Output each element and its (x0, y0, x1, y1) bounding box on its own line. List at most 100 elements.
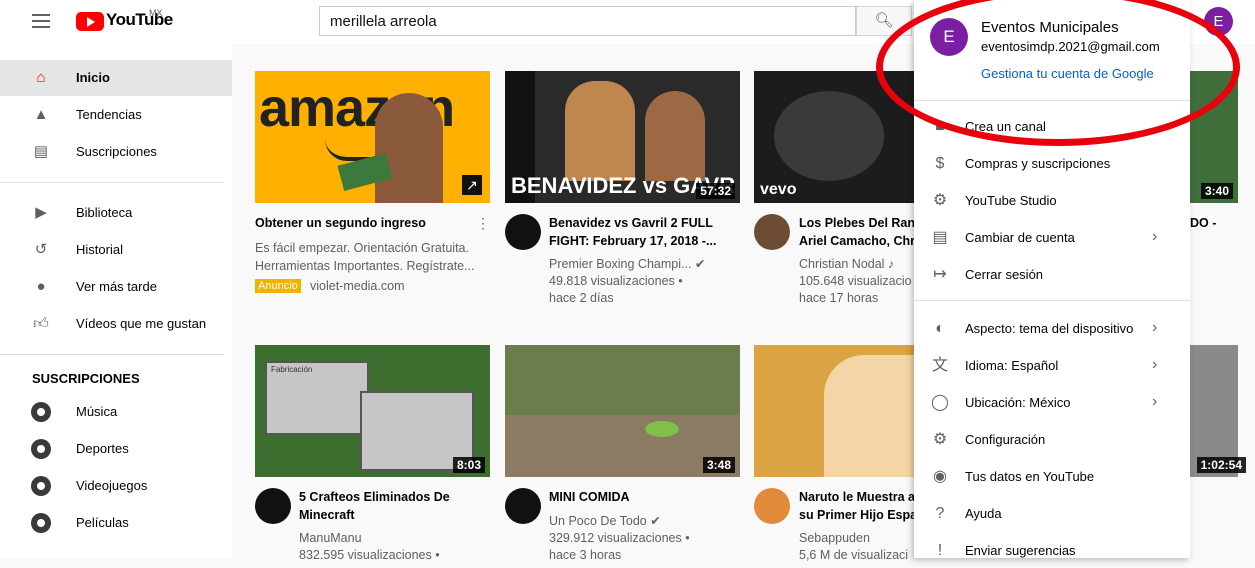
external-link-icon[interactable]: ↗ (462, 175, 482, 195)
chevron-right-icon: › (1152, 319, 1158, 336)
channel-avatar[interactable] (754, 488, 790, 524)
chevron-right-icon: › (1152, 393, 1158, 410)
video-title[interactable]: Ariel Camacho, Chri (799, 232, 918, 250)
account-menu: E Eventos Municipales eventosimdp.2021@g… (914, 0, 1190, 559)
view-count: 832.595 visualizaciones • (299, 548, 440, 562)
right-column-partial: 3:40 DO - 1:02:54 (1190, 44, 1255, 558)
studio-gear-icon: ⚙ (932, 192, 948, 209)
menu-item-label: Tus datos en YouTube (965, 469, 1095, 484)
region-label: MX (149, 8, 163, 18)
upload-date: hace 17 horas (799, 291, 879, 305)
menu-item-crea-un-canal[interactable]: ■ Crea un canal (914, 108, 1190, 144)
video-thumbnail[interactable]: 3:40 (1190, 71, 1238, 203)
menu-item-tus-datos[interactable]: ◉ Tus datos en YouTube (914, 458, 1190, 494)
subscriptions-heading: SUSCRIPCIONES (32, 371, 140, 386)
sidebar-item-ver-mas-tarde[interactable]: ● Ver más tarde (0, 269, 232, 305)
menu-item-label: YouTube Studio (965, 193, 1057, 208)
menu-item-label: Crea un canal (965, 119, 1046, 134)
flame-icon: ▲ (33, 106, 49, 123)
video-title[interactable]: Obtener un segundo ingreso (255, 214, 426, 232)
menu-item-ayuda[interactable]: ? Ayuda (914, 495, 1190, 531)
video-thumbnail[interactable]: Fabricación 8:03 (255, 345, 490, 477)
sidebar: ⌂ Inicio ▲ Tendencias ▤ Suscripciones ▶ … (0, 44, 232, 558)
video-title[interactable]: Benavidez vs Gavril 2 FULL (549, 214, 713, 232)
video-title[interactable]: su Primer Hijo Espa (799, 506, 917, 524)
theme-icon: ◐ (935, 320, 945, 337)
video-title[interactable]: 5 Crafteos Eliminados De (299, 488, 450, 506)
channel-name[interactable]: ManuManu (299, 530, 362, 547)
sidebar-item-label: Deportes (76, 441, 129, 456)
menu-divider (914, 100, 1190, 101)
language-icon: 文 (931, 357, 948, 374)
sidebar-item-musica[interactable]: Música (0, 394, 232, 430)
channel-name[interactable]: Premier Boxing Champi... ✔ (549, 256, 705, 273)
menu-item-ubicacion[interactable]: ◯ Ubicación: México › (914, 384, 1190, 420)
settings-icon: ⚙ (932, 431, 948, 448)
account-avatar[interactable]: E (1204, 7, 1233, 36)
more-options-icon[interactable]: ⋮ (476, 216, 490, 230)
menu-item-cerrar-sesion[interactable]: ↦ Cerrar sesión (914, 256, 1190, 292)
search-input[interactable]: merillela arreola (319, 6, 856, 36)
musica-channel-icon (31, 402, 51, 422)
peliculas-channel-icon (31, 513, 51, 533)
channel-avatar[interactable] (505, 214, 541, 250)
channel-name[interactable]: Sebappuden (799, 530, 870, 547)
channel-avatar[interactable] (255, 488, 291, 524)
sidebar-item-label: Historial (76, 242, 123, 257)
sidebar-item-videos-que-me-gustan[interactable]: 👍︎ Vídeos que me gustan (0, 306, 232, 342)
sidebar-item-label: Vídeos que me gustan (76, 316, 207, 331)
menu-item-label: Enviar sugerencias (965, 543, 1076, 558)
menu-item-configuracion[interactable]: ⚙ Configuración (914, 421, 1190, 457)
menu-item-cambiar-de-cuenta[interactable]: ▤ Cambiar de cuenta › (914, 219, 1190, 255)
video-title[interactable]: Naruto le Muestra a (799, 488, 915, 506)
sidebar-item-peliculas[interactable]: Películas (0, 505, 232, 541)
sidebar-item-biblioteca[interactable]: ▶ Biblioteca (0, 195, 232, 231)
menu-item-enviar-sugerencias[interactable]: ! Enviar sugerencias (914, 532, 1190, 568)
subscriptions-icon: ▤ (33, 143, 49, 160)
channel-avatar[interactable] (754, 214, 790, 250)
video-thumbnail[interactable] (754, 345, 914, 477)
create-channel-icon: ■ (935, 118, 945, 135)
view-count: 5,6 M de visualizaci (799, 548, 909, 562)
sidebar-item-videojuegos[interactable]: Videojuegos (0, 468, 232, 504)
account-menu-avatar: E (930, 18, 968, 56)
menu-item-idioma[interactable]: 文 Idioma: Español › (914, 347, 1190, 383)
menu-item-aspecto[interactable]: ◐ Aspecto: tema del dispositivo › (914, 310, 1190, 346)
video-title[interactable]: Minecraft (299, 506, 355, 524)
channel-name[interactable]: Christian Nodal ♪ (799, 256, 894, 273)
menu-item-label: Ubicación: México (965, 395, 1071, 410)
manage-account-link[interactable]: Gestiona tu cuenta de Google (981, 66, 1154, 81)
sidebar-item-suscripciones[interactable]: ▤ Suscripciones (0, 134, 232, 170)
sign-out-icon: ↦ (933, 266, 947, 283)
menu-item-youtube-studio[interactable]: ⚙ YouTube Studio (914, 182, 1190, 218)
sidebar-item-label: Inicio (76, 70, 110, 85)
channel-name[interactable]: Un Poco De Todo ✔ (549, 513, 661, 530)
sidebar-item-label: Biblioteca (76, 205, 133, 220)
sidebar-item-deportes[interactable]: Deportes (0, 431, 232, 467)
view-count: 329.912 visualizaciones • (549, 531, 690, 545)
sidebar-item-historial[interactable]: ↺ Historial (0, 232, 232, 268)
video-thumbnail[interactable]: BENAVIDEZ vs GAVR 57:32 (505, 71, 740, 203)
menu-item-compras[interactable]: $ Compras y suscripciones (914, 145, 1190, 181)
video-thumbnail[interactable]: amazon ↗ (255, 71, 490, 203)
video-thumbnail[interactable]: 3:48 (505, 345, 740, 477)
video-title[interactable]: DO - (1190, 216, 1216, 230)
videojuegos-channel-icon (31, 476, 51, 496)
upload-date: hace 3 horas (549, 548, 622, 562)
video-duration: 1:02:54 (1196, 457, 1246, 473)
video-title[interactable]: Los Plebes Del Ranc (799, 214, 922, 232)
sidebar-item-tendencias[interactable]: ▲ Tendencias (0, 97, 232, 133)
menu-item-label: Ayuda (965, 506, 1002, 521)
search-button[interactable]: 🔍︎ (856, 6, 912, 36)
video-thumbnail[interactable]: vevo (754, 71, 914, 203)
channel-avatar[interactable] (505, 488, 541, 524)
boxer-image (565, 81, 635, 181)
ad-url[interactable]: violet-media.com (310, 278, 404, 295)
youtube-play-icon (76, 12, 104, 31)
video-title[interactable]: FIGHT: February 17, 2018 -... (549, 232, 716, 250)
video-thumbnail[interactable]: 1:02:54 (1190, 345, 1246, 477)
video-title[interactable]: MINI COMIDA (549, 488, 630, 506)
food-image (645, 421, 679, 437)
menu-icon[interactable] (32, 14, 50, 28)
sidebar-item-inicio[interactable]: ⌂ Inicio (0, 60, 232, 96)
